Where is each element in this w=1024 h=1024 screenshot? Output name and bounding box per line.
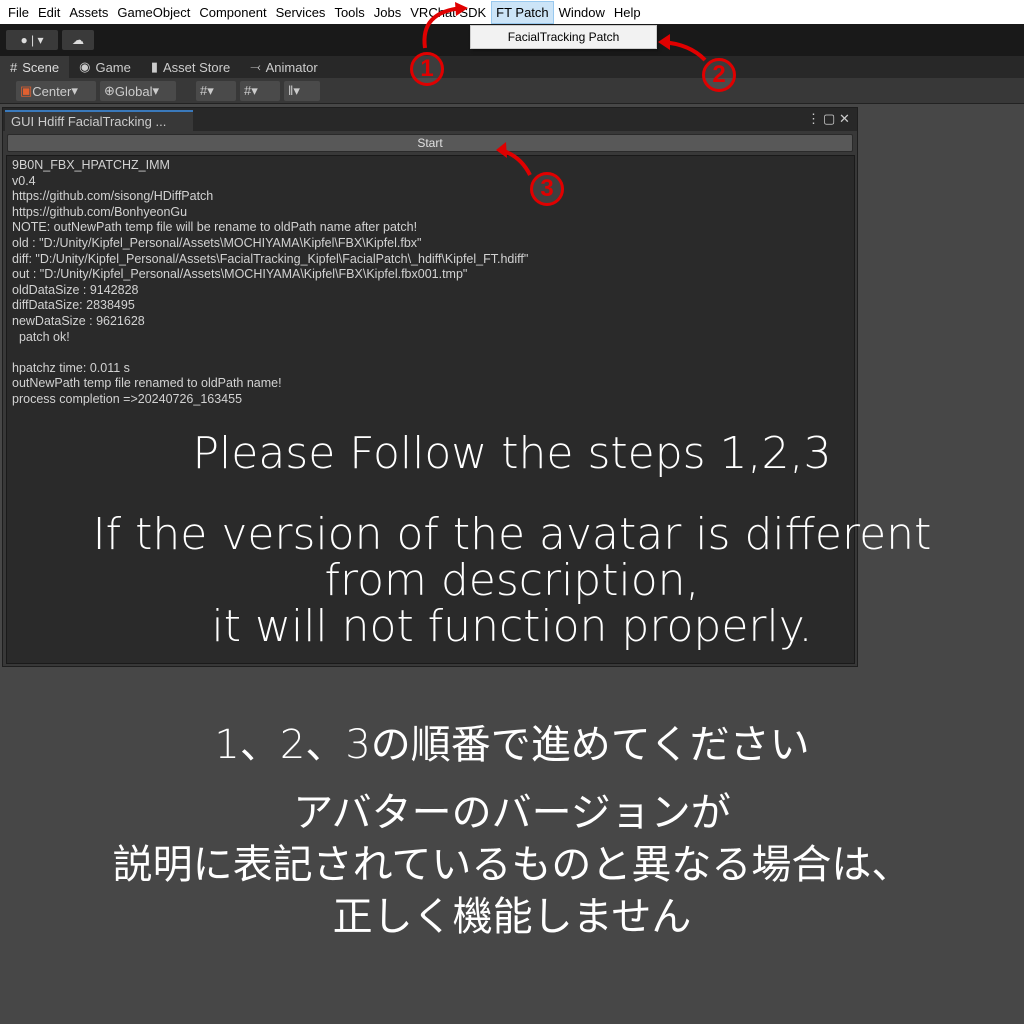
step-1-marker: 1 (410, 52, 444, 86)
overlay-jp-line2: アバターのバージョンが (0, 780, 1024, 838)
log-line: out : "D:/Unity/Kipfel_Personal/Assets\M… (12, 267, 849, 283)
log-line: old : "D:/Unity/Kipfel_Personal/Assets\M… (12, 236, 849, 252)
overlay-en-line1: Please Follow the steps 1,2,3 (0, 428, 1024, 479)
log-line: diffDataSize: 2838495 (12, 298, 849, 314)
log-line: patch ok! (12, 330, 849, 346)
step-3-marker: 3 (530, 172, 564, 206)
log-line: newDataSize : 9621628 (12, 314, 849, 330)
log-line: NOTE: outNewPath temp file will be renam… (12, 220, 849, 236)
log-line: oldDataSize : 9142828 (12, 283, 849, 299)
overlay-jp-line4: 正しく機能しません (0, 884, 1024, 942)
log-line: process completion =>20240726_163455 (12, 392, 849, 408)
log-line: https://github.com/BonhyeonGu (12, 205, 849, 221)
log-line: diff: "D:/Unity/Kipfel_Personal/Assets\F… (12, 252, 849, 268)
overlay-jp-line1: 1、2、3の順番で進めてください (0, 712, 1024, 770)
annotation-arrows (0, 0, 1024, 200)
overlay-en-line3: from description, (0, 558, 1024, 604)
log-line: hpatchz time: 0.011 s (12, 361, 849, 377)
overlay-jp-line3: 説明に表記されているものと異なる場合は、 (0, 832, 1024, 890)
log-line: outNewPath temp file renamed to oldPath … (12, 376, 849, 392)
log-line (12, 345, 849, 361)
overlay-en-line4: it will not function properly. (0, 604, 1024, 650)
step-2-marker: 2 (702, 58, 736, 92)
overlay-en-line2: If the version of the avatar is differen… (0, 512, 1024, 558)
